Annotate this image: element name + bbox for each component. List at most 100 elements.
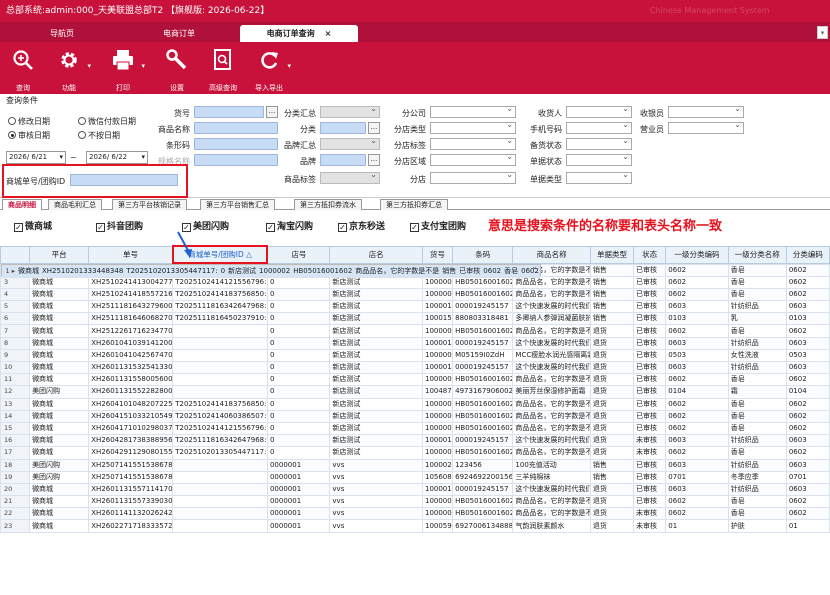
import-export-button[interactable]: 导入导出 ▾ xyxy=(250,42,291,94)
table-row[interactable]: 17 微商城 XH2604291129080155 T2025102013305447… xyxy=(0,446,830,460)
chevron-down-icon[interactable]: ▾ xyxy=(87,62,91,70)
table-row[interactable]: 14 微商城 XH2604151033210549 T2025102414060386… xyxy=(0,409,830,423)
column-header[interactable]: 商城单号/团购ID △ xyxy=(171,245,269,264)
radio-wechat-pay-date[interactable]: 微信付款日期 xyxy=(78,116,136,127)
table-row[interactable]: 4 微商城 XH2510241418557216 T20251024141837568… xyxy=(0,287,830,302)
table-row[interactable]: 23微商城XH2602271718333572 0000001vvs1000595… xyxy=(0,519,830,533)
platform-filter-row: ✓ 微商城 ✓ 抖音团购 ✓ 美团闪购 ✓ 淘宝闪购 ✓ 京东秒送 ✓ 支付宝团购 意思是搜… xyxy=(0,213,830,239)
column-header[interactable]: 店名 xyxy=(329,245,423,264)
subtab-coupon-summary[interactable]: 第三方抵扣券汇总 xyxy=(380,199,448,210)
subtab-writeoff-records[interactable]: 第三方平台核销记录 xyxy=(112,199,187,210)
function-button[interactable]: 功能 ▾ xyxy=(50,42,91,94)
check-jd-miaosong[interactable]: ✓ 京东秒送 xyxy=(338,219,385,232)
document-type-label: 单据类型 xyxy=(530,175,562,184)
query-button[interactable]: 查询 xyxy=(4,42,42,94)
store-tag-select[interactable] xyxy=(430,136,516,150)
table-row[interactable]: 8微商城XH2601041039141200 0新店测试1000011000019… xyxy=(0,336,830,350)
column-header[interactable]: 单号 xyxy=(88,245,174,264)
table-row[interactable]: 3 微商城 XH2510241413004277 T20251024141215567… xyxy=(0,275,830,289)
receiver-select[interactable] xyxy=(566,104,632,118)
table-row[interactable]: 12美团闪购XH2601131552282800 0新店测试10048774973… xyxy=(0,385,830,399)
column-header[interactable]: 一级分类名称 xyxy=(727,245,787,264)
store-region-select[interactable] xyxy=(430,152,516,166)
column-header[interactable]: 平台 xyxy=(29,245,90,264)
column-header[interactable]: 商品名称 xyxy=(512,245,591,264)
column-header[interactable]: 条码 xyxy=(452,245,514,264)
product-tag-label: 商品标签 xyxy=(284,175,316,184)
salesperson-label: 营业员 xyxy=(640,125,664,134)
stock-status-select[interactable] xyxy=(566,136,632,150)
column-header[interactable]: 分类编码 xyxy=(785,245,830,264)
table-row[interactable]: 22微商城XH2601141132026242 0000001vvs1000002… xyxy=(0,507,830,521)
tab-ecommerce-order-query[interactable]: 电商订单查询 × xyxy=(240,25,358,42)
table-row[interactable]: 13 微商城 XH2604101048207225 T2025102414183756… xyxy=(0,397,830,411)
spec-name-input[interactable] xyxy=(194,154,278,166)
table-row[interactable]: 11微商城XH2601131558005600 0新店测试1000002HB050… xyxy=(0,373,830,387)
document-status-select[interactable] xyxy=(566,152,632,166)
date-to-field[interactable]: 2026/ 6/22 ▾ xyxy=(86,151,148,164)
table-row[interactable]: 21微商城XH2601131557339030 0000001vvs1000002… xyxy=(0,495,830,509)
check-alipay-group[interactable]: ✓ 支付宝团购 xyxy=(410,219,466,232)
column-header[interactable]: 状态 xyxy=(632,245,667,264)
check-weishangcheng[interactable]: ✓ 微商城 xyxy=(14,219,52,232)
check-meituan-flash[interactable]: ✓ 美团闪购 xyxy=(182,219,229,232)
subtab-coupon-flow[interactable]: 第三方抵扣券流水 xyxy=(294,199,362,210)
table-row[interactable]: 18 美团闪购 XH2507141551538678 0000001 vvs 100002… xyxy=(0,458,830,472)
calendar-icon[interactable]: ▾ xyxy=(141,152,145,163)
table-row[interactable]: 15 微商城 XH2604171010298037 T2025102414121556… xyxy=(0,421,830,436)
column-header[interactable]: 货号 xyxy=(421,245,454,264)
check-douyin-group[interactable]: ✓ 抖音团购 xyxy=(96,219,143,232)
chevron-down-icon[interactable]: ▾ xyxy=(141,62,145,70)
product-name-input[interactable] xyxy=(194,122,278,134)
table-cell: 冬季应季 xyxy=(727,470,787,484)
table-row[interactable]: 20微商城XH2601131557114170 0000001vvs1000011… xyxy=(0,482,830,497)
category-picker-button[interactable]: ... xyxy=(368,122,380,134)
table-row[interactable]: 10微商城XH2601131532541330 0新店测试100001100001… xyxy=(0,360,830,375)
chevron-down-icon[interactable]: ▾ xyxy=(287,62,291,70)
table-row[interactable]: 9微商城XH2601041042567470 0新店测试1000005M05159… xyxy=(0,348,830,363)
table-row[interactable]: 7微商城XH2512261716234770 0新店测试1000002HB0501… xyxy=(0,324,830,338)
tab-ecommerce-orders[interactable]: 电商订单 xyxy=(124,25,234,42)
table-row[interactable]: 16 微商城 XH2604281738388956 T2025111816342647… xyxy=(0,434,830,448)
table-row[interactable]: 19 美团闪购 XH2507141551538678 0000001 vvs 105608… xyxy=(0,470,830,484)
row-index: 15 xyxy=(0,421,31,436)
salesperson-select[interactable] xyxy=(668,120,744,134)
cashier-select[interactable] xyxy=(668,104,744,118)
column-header[interactable] xyxy=(0,245,31,264)
category-summary-select[interactable] xyxy=(320,104,380,118)
tab-navigation[interactable]: 导航页 xyxy=(8,25,116,42)
phone-select[interactable] xyxy=(566,120,632,134)
print-button[interactable]: 打印 ▾ xyxy=(104,42,145,94)
radio-no-date[interactable]: 不按日期 xyxy=(78,130,120,141)
table-row[interactable]: 6 微商城 XH2511181646068270 T20251118164502379… xyxy=(0,312,830,326)
radio-modify-date[interactable]: 修改日期 xyxy=(8,116,50,127)
tab-list-dropdown-icon[interactable]: ▾ xyxy=(817,26,828,39)
calendar-icon[interactable]: ▾ xyxy=(59,152,63,163)
item-code-input[interactable] xyxy=(194,106,264,118)
table-row[interactable]: 1 ▸ 微商城 XH2510201333448348 T202510201330544… xyxy=(0,262,541,278)
radio-audit-date[interactable]: 审核日期 xyxy=(8,130,50,141)
store-type-select[interactable] xyxy=(430,120,516,134)
column-header[interactable]: 店号 xyxy=(266,245,331,264)
subtab-profit-summary[interactable]: 商品毛利汇总 xyxy=(48,199,102,210)
table-cell: 0503 xyxy=(665,348,729,363)
column-header[interactable]: 一级分类编码 xyxy=(665,245,729,264)
settings-button[interactable]: 设置 xyxy=(158,42,196,94)
product-tag-select[interactable] xyxy=(320,170,380,184)
brand-input[interactable] xyxy=(320,154,366,166)
close-icon[interactable]: × xyxy=(325,29,332,38)
column-header[interactable]: 单据类型 xyxy=(589,245,634,264)
table-row[interactable]: 5 微商城 XH2511181643279600 T20251118163426479… xyxy=(0,300,830,314)
check-taobao-flash[interactable]: ✓ 淘宝闪购 xyxy=(266,219,313,232)
subtab-sales-summary[interactable]: 第三方平台销售汇总 xyxy=(200,199,275,210)
barcode-input[interactable] xyxy=(194,138,278,150)
branch-company-select[interactable] xyxy=(430,104,516,118)
store-select[interactable] xyxy=(430,170,516,184)
document-type-select[interactable] xyxy=(566,170,632,184)
brand-picker-button[interactable]: ... xyxy=(368,154,380,166)
advanced-query-button[interactable]: 高级查询 xyxy=(204,42,242,94)
date-from-field[interactable]: 2026/ 6/21 ▾ xyxy=(6,151,66,164)
subtab-product-detail[interactable]: 商品明细 xyxy=(2,199,42,210)
category-input[interactable] xyxy=(320,122,366,134)
brand-summary-select[interactable] xyxy=(320,136,380,150)
